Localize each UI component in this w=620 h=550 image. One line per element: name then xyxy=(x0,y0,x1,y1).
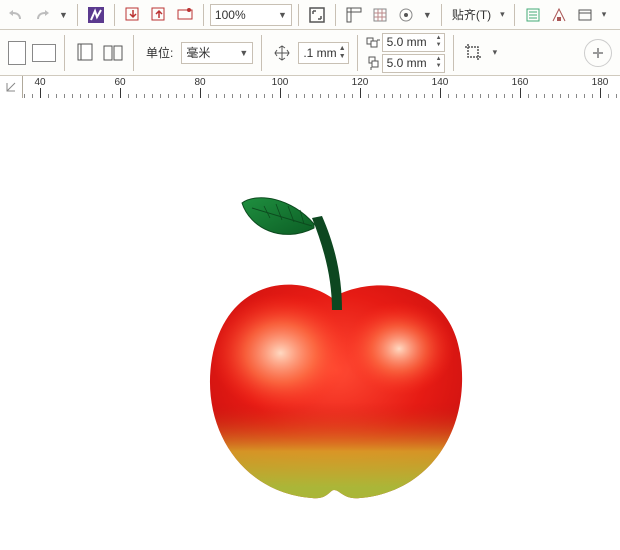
nudge-icon[interactable] xyxy=(270,41,294,65)
export-icon[interactable] xyxy=(147,3,171,27)
window-icon[interactable] xyxy=(573,3,597,27)
ruler-number: 60 xyxy=(114,77,125,88)
add-button[interactable] xyxy=(584,39,612,67)
ruler-number: 100 xyxy=(272,77,289,88)
top-toolbar: ▼ 100% ▼ ▼ 贴齐(T) ▾ ▾ xyxy=(0,0,620,30)
separator xyxy=(261,35,262,71)
history-dropdown[interactable]: ▼ xyxy=(56,10,71,20)
separator xyxy=(77,4,78,26)
nudge-value: .1 mm xyxy=(303,46,336,60)
separator xyxy=(357,35,358,71)
separator xyxy=(133,35,134,71)
ruler-origin[interactable] xyxy=(0,76,23,98)
zoom-value: 100% xyxy=(215,8,246,22)
vertical-ruler[interactable] xyxy=(0,98,23,550)
dup-y-icon xyxy=(366,56,380,70)
dropdown-icon: ▼ xyxy=(278,10,287,20)
units-select[interactable]: 毫米 ▼ xyxy=(181,42,253,64)
separator xyxy=(298,4,299,26)
crop-dropdown[interactable]: ▾ xyxy=(490,47,501,58)
landscape-button[interactable] xyxy=(32,44,56,62)
separator xyxy=(453,35,454,71)
snap-dropdown[interactable]: ▾ xyxy=(497,9,508,20)
ruler-major-tick xyxy=(120,88,121,98)
canvas[interactable] xyxy=(22,98,620,550)
ruler-major-tick xyxy=(600,88,601,98)
view-dropdown[interactable]: ▼ xyxy=(420,10,435,20)
orientation-group xyxy=(8,41,56,65)
separator xyxy=(114,4,115,26)
property-bar: 单位: 毫米 ▼ .1 mm ▲▼ 5.0 mm ▲▼ 5.0 mm ▲▼ xyxy=(0,30,620,76)
dup-y-value: 5.0 mm xyxy=(387,56,427,70)
window-dropdown[interactable]: ▾ xyxy=(599,9,610,20)
publish-icon[interactable] xyxy=(173,3,197,27)
dropdown-icon: ▼ xyxy=(239,48,248,58)
ruler-number: 40 xyxy=(34,77,45,88)
dup-y-input[interactable]: 5.0 mm ▲▼ xyxy=(382,54,445,73)
ruler-major-tick xyxy=(40,88,41,98)
spin-buttons[interactable]: ▲▼ xyxy=(339,45,346,61)
guides-icon[interactable] xyxy=(394,3,418,27)
separator xyxy=(203,4,204,26)
app-tool-icon[interactable] xyxy=(84,3,108,27)
ruler-major-tick xyxy=(440,88,441,98)
separator xyxy=(64,35,65,71)
dup-x-input[interactable]: 5.0 mm ▲▼ xyxy=(382,33,445,52)
ruler-major-tick xyxy=(360,88,361,98)
snap-label[interactable]: 贴齐(T) xyxy=(448,6,495,23)
rulers-icon[interactable] xyxy=(342,3,366,27)
page-facing-icon[interactable] xyxy=(101,41,125,65)
ruler-number: 160 xyxy=(512,77,529,88)
zoom-select[interactable]: 100% ▼ xyxy=(210,4,292,26)
ruler-number: 80 xyxy=(194,77,205,88)
nudge-input[interactable]: .1 mm ▲▼ xyxy=(298,42,348,64)
redo-button[interactable] xyxy=(30,3,54,27)
undo-button[interactable] xyxy=(4,3,28,27)
page-single-icon[interactable] xyxy=(73,41,97,65)
separator xyxy=(514,4,515,26)
options-icon[interactable] xyxy=(521,3,545,27)
workspace xyxy=(0,98,620,550)
spin-buttons[interactable]: ▲▼ xyxy=(436,56,442,70)
ruler-number: 120 xyxy=(352,77,369,88)
ruler-track: 40 60 80 100 120 140 160 180 xyxy=(22,76,620,98)
dup-x-value: 5.0 mm xyxy=(387,35,427,49)
apple-illustration[interactable] xyxy=(172,178,492,518)
units-label: 单位: xyxy=(142,44,177,61)
ruler-number: 180 xyxy=(592,77,609,88)
ruler-number: 140 xyxy=(432,77,449,88)
ruler-major-tick xyxy=(520,88,521,98)
fullscreen-icon[interactable] xyxy=(305,3,329,27)
spin-buttons[interactable]: ▲▼ xyxy=(436,35,442,49)
import-icon[interactable] xyxy=(121,3,145,27)
crop-icon[interactable] xyxy=(462,41,486,65)
launch-icon[interactable] xyxy=(547,3,571,27)
separator xyxy=(335,4,336,26)
horizontal-ruler[interactable]: 40 60 80 100 120 140 160 180 xyxy=(0,76,620,99)
portrait-button[interactable] xyxy=(8,41,26,65)
units-value: 毫米 xyxy=(186,44,210,61)
ruler-major-tick xyxy=(200,88,201,98)
ruler-major-tick xyxy=(280,88,281,98)
grid-icon[interactable] xyxy=(368,3,392,27)
dup-x-icon xyxy=(366,35,380,49)
separator xyxy=(441,4,442,26)
duplicate-distance-group: 5.0 mm ▲▼ 5.0 mm ▲▼ xyxy=(366,33,445,73)
nudge-group: .1 mm ▲▼ xyxy=(270,41,348,65)
